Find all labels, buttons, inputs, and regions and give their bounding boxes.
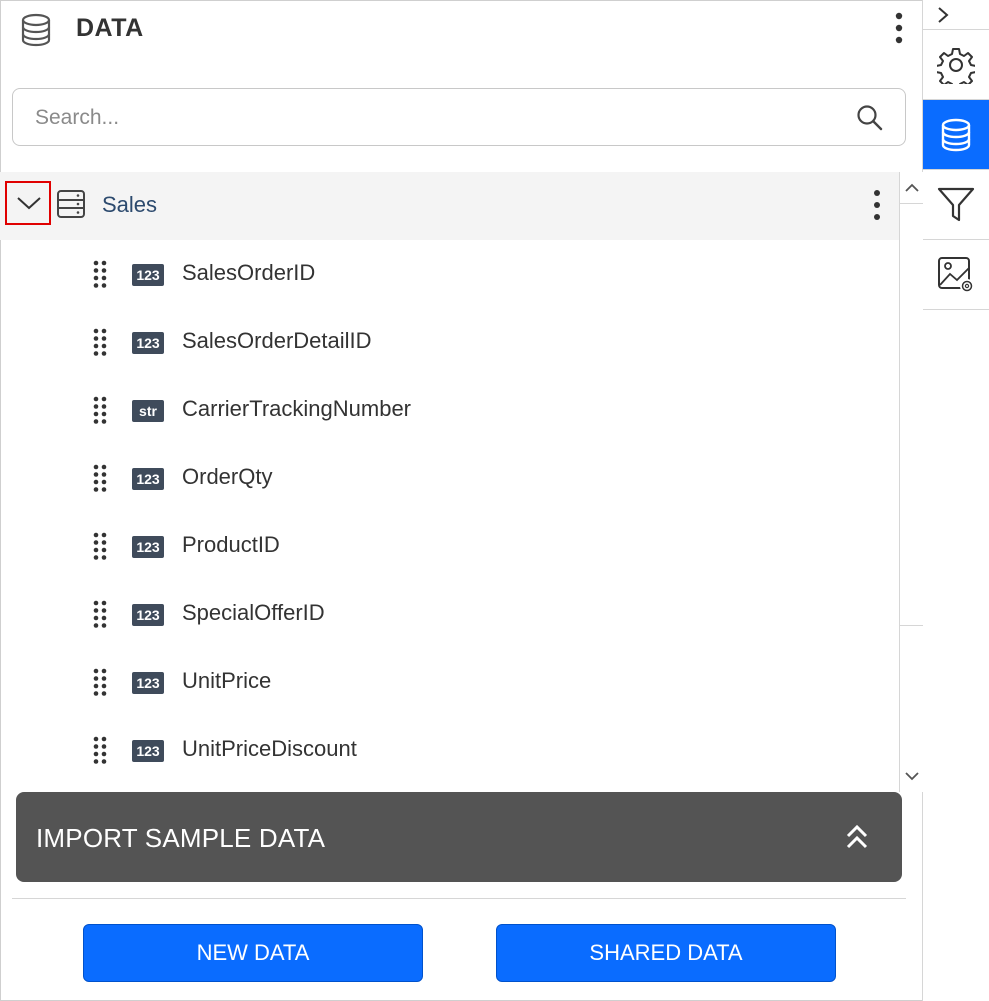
field-label: ProductID: [182, 532, 280, 557]
search-input[interactable]: [35, 101, 835, 135]
field-label: SalesOrderID: [182, 260, 316, 285]
drag-handle-icon[interactable]: [92, 328, 108, 356]
drag-handle-icon[interactable]: [92, 736, 108, 764]
field-item[interactable]: 123 UnitPriceDiscount: [0, 716, 899, 784]
more-options-icon[interactable]: [866, 188, 888, 222]
drag-handle-icon[interactable]: [92, 600, 108, 628]
field-item[interactable]: 123 UnitPrice: [0, 648, 899, 716]
tree-group-sales[interactable]: Sales: [0, 172, 899, 240]
double-chevron-up-icon: [846, 824, 868, 849]
drag-handle-icon[interactable]: [92, 668, 108, 696]
field-item[interactable]: 123 ProductID: [0, 512, 899, 580]
rail-item-filter[interactable]: [923, 170, 989, 240]
filter-icon: [937, 187, 975, 222]
database-icon: [941, 118, 971, 152]
scroll-up-button[interactable]: [900, 172, 924, 204]
field-item[interactable]: str CarrierTrackingNumber: [0, 376, 899, 444]
chevron-down-icon: [905, 772, 919, 781]
database-icon: [21, 13, 51, 47]
import-sample-data-label: IMPORT SAMPLE DATA: [36, 823, 326, 853]
search-box: [12, 88, 906, 146]
field-label: UnitPrice: [182, 668, 272, 693]
new-data-button[interactable]: NEW DATA: [83, 924, 423, 982]
panel-header: DATA: [0, 0, 923, 62]
rail-item-image[interactable]: [923, 240, 989, 310]
field-item[interactable]: 123 SalesOrderDetailID: [0, 308, 899, 376]
field-item[interactable]: 123 SpecialOfferID: [0, 580, 899, 648]
chevron-right-icon: [938, 7, 949, 23]
table-icon: [57, 190, 85, 218]
data-tree: Sales 123 SalesOrderID 123 SalesOrderDetail…: [0, 172, 899, 792]
drag-handle-icon[interactable]: [92, 260, 108, 288]
field-label: CarrierTrackingNumber: [182, 396, 412, 421]
divider: [12, 898, 906, 899]
field-type-badge: 123: [132, 332, 164, 354]
field-label: OrderQty: [182, 464, 273, 489]
scroll-down-button[interactable]: [900, 760, 924, 792]
field-type-badge: 123: [132, 604, 164, 626]
group-label: Sales: [102, 192, 158, 217]
right-rail: [923, 0, 989, 1001]
page-title: DATA: [76, 14, 144, 42]
collapse-panel-button[interactable]: [923, 0, 989, 30]
data-panel: DATA Search... Sales 123 SalesOrderID 12…: [0, 0, 924, 1001]
field-item[interactable]: 123 OrderQty: [0, 444, 899, 512]
field-type-badge: 123: [132, 536, 164, 558]
rail-item-settings[interactable]: [923, 30, 989, 100]
field-type-badge: 123: [132, 740, 164, 762]
gear-icon: [937, 48, 975, 84]
import-sample-data-bar[interactable]: IMPORT SAMPLE DATA: [16, 792, 902, 882]
field-type-badge: 123: [132, 672, 164, 694]
chevron-up-icon: [905, 183, 919, 192]
field-type-badge: str: [132, 400, 164, 422]
expand-toggle[interactable]: [5, 181, 51, 225]
more-options-icon[interactable]: [887, 10, 911, 46]
shared-data-button[interactable]: SHARED DATA: [496, 924, 836, 982]
field-type-badge: 123: [132, 264, 164, 286]
rail-item-data[interactable]: [923, 100, 989, 170]
drag-handle-icon[interactable]: [92, 396, 108, 424]
field-item[interactable]: 123 SalesOrderID: [0, 240, 899, 308]
field-label: SalesOrderDetailID: [182, 328, 372, 353]
vertical-scrollbar[interactable]: [899, 172, 924, 792]
image-settings-icon: [938, 257, 974, 293]
chevron-down-icon: [17, 197, 41, 210]
drag-handle-icon[interactable]: [92, 532, 108, 560]
scroll-thumb[interactable]: [900, 204, 924, 626]
field-type-badge: 123: [132, 468, 164, 490]
field-label: SpecialOfferID: [182, 600, 325, 625]
drag-handle-icon[interactable]: [92, 464, 108, 492]
search-icon[interactable]: [855, 103, 885, 133]
field-label: UnitPriceDiscount: [182, 736, 357, 761]
